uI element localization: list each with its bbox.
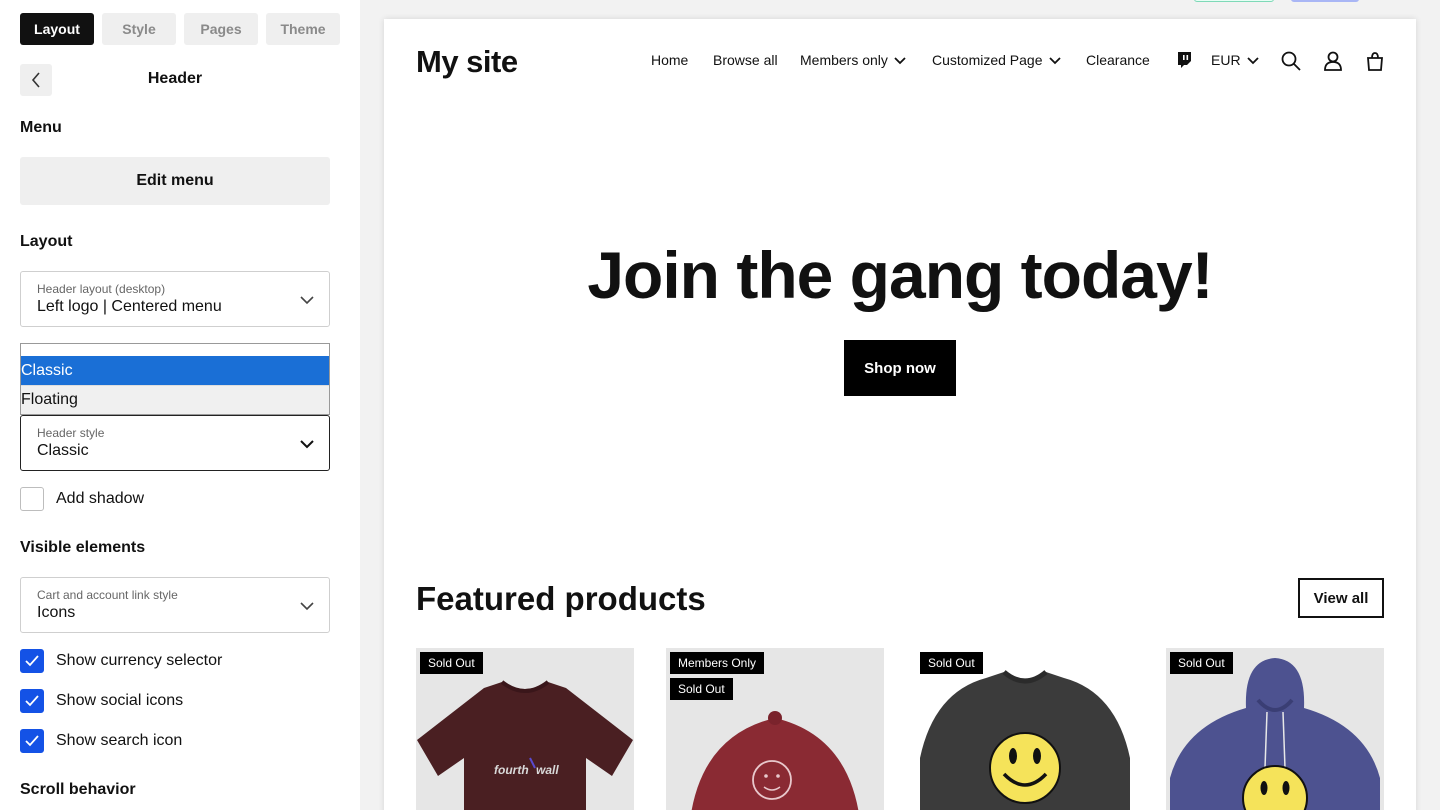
- nav-home[interactable]: Home: [651, 52, 688, 68]
- search-icon[interactable]: [1280, 50, 1302, 72]
- toolbar-pill[interactable]: [1194, 0, 1274, 2]
- tab-style[interactable]: Style: [102, 13, 176, 45]
- members-only-badge: Members Only: [670, 652, 765, 674]
- account-icon[interactable]: [1322, 50, 1344, 72]
- option-floating[interactable]: Floating: [21, 385, 329, 414]
- nav-clearance-label: Clearance: [1086, 52, 1150, 68]
- checkbox-box[interactable]: [20, 487, 44, 511]
- sold-out-badge: Sold Out: [920, 652, 983, 674]
- featured-products-title: Featured products: [416, 580, 706, 617]
- back-button[interactable]: [20, 64, 52, 96]
- show-social-checkbox[interactable]: Show social icons: [20, 689, 183, 713]
- nav-browse-all[interactable]: Browse all: [713, 52, 778, 68]
- show-search-label: Show search icon: [56, 732, 183, 749]
- chevron-down-icon: [1048, 56, 1061, 64]
- nav-members-only[interactable]: Members only: [800, 52, 906, 68]
- edit-menu-button[interactable]: Edit menu: [20, 157, 330, 205]
- visible-elements-title: Visible elements: [20, 539, 146, 556]
- hero-title: Join the gang today!: [587, 238, 1213, 312]
- panel-title: Header: [147, 70, 203, 87]
- editor-panel: Layout Style Pages Theme Header Menu Edi…: [0, 0, 360, 810]
- editor-tabs: Layout Style Pages Theme: [20, 13, 340, 45]
- twitch-icon[interactable]: [1170, 51, 1192, 69]
- panel-header: Header: [20, 64, 330, 96]
- check-icon[interactable]: [20, 689, 44, 713]
- product-card[interactable]: Sold Out: [1166, 648, 1384, 810]
- add-shadow-label: Add shadow: [56, 490, 145, 507]
- header-style-dropdown-list: Classic Floating: [20, 343, 330, 415]
- nav-members-only-label: Members only: [800, 52, 888, 68]
- menu-section-title: Menu: [20, 119, 62, 136]
- product-card[interactable]: Sold Out: [916, 648, 1134, 810]
- option-classic[interactable]: Classic: [21, 356, 329, 385]
- chevron-down-icon: [894, 56, 906, 64]
- nav-customized-page-label: Customized Page: [932, 52, 1043, 68]
- cart-link-style-label: Cart and account link style: [37, 588, 178, 602]
- sold-out-badge: Sold Out: [1170, 652, 1233, 674]
- cart-link-style-value: Icons: [37, 604, 76, 621]
- header-style-label: Header style: [37, 426, 105, 440]
- toolbar-pill[interactable]: [1291, 0, 1359, 2]
- shop-now-button[interactable]: Shop now: [844, 340, 956, 396]
- currency-label: EUR: [1211, 52, 1241, 68]
- nav-home-label: Home: [651, 52, 689, 68]
- check-icon[interactable]: [20, 649, 44, 673]
- tab-layout[interactable]: Layout: [20, 13, 94, 45]
- header-layout-value: Left logo | Centered menu: [37, 298, 222, 315]
- site-preview: My site Home Browse all Members only Cus…: [384, 19, 1416, 810]
- nav-browse-all-label: Browse all: [713, 52, 778, 68]
- layout-section-title: Layout: [20, 233, 73, 250]
- sold-out-badge: Sold Out: [670, 678, 733, 700]
- add-shadow-checkbox[interactable]: Add shadow: [20, 487, 144, 511]
- nav-customized-page[interactable]: Customized Page: [932, 52, 1061, 68]
- show-search-checkbox[interactable]: Show search icon: [20, 729, 182, 753]
- site-logo[interactable]: My site: [416, 44, 518, 80]
- product-card[interactable]: fourth wall Sold Out: [416, 648, 634, 810]
- chevron-down-icon: [300, 296, 314, 305]
- header-style-value: Classic: [37, 442, 89, 459]
- svg-text:fourth: fourth: [494, 763, 529, 777]
- header-layout-select[interactable]: Header layout (desktop) Left logo | Cent…: [20, 271, 330, 327]
- tab-pages[interactable]: Pages: [184, 13, 258, 45]
- header-style-select[interactable]: Header style Classic: [20, 415, 330, 471]
- chevron-left-icon: [31, 72, 40, 88]
- tab-theme[interactable]: Theme: [266, 13, 340, 45]
- cart-link-style-select[interactable]: Cart and account link style Icons: [20, 577, 330, 633]
- show-currency-label: Show currency selector: [56, 652, 223, 669]
- chevron-down-icon: [1246, 56, 1259, 64]
- scroll-behavior-title: Scroll behavior: [20, 781, 136, 798]
- chevron-down-icon: [300, 440, 314, 449]
- header-layout-label: Header layout (desktop): [37, 282, 166, 296]
- check-icon[interactable]: [20, 729, 44, 753]
- show-currency-checkbox[interactable]: Show currency selector: [20, 649, 222, 673]
- nav-clearance[interactable]: Clearance: [1086, 52, 1150, 68]
- product-card[interactable]: Members Only Sold Out: [666, 648, 884, 810]
- chevron-down-icon: [300, 602, 314, 611]
- cart-icon[interactable]: [1364, 50, 1386, 72]
- sold-out-badge: Sold Out: [420, 652, 483, 674]
- currency-selector[interactable]: EUR: [1211, 52, 1259, 68]
- svg-text:wall: wall: [536, 763, 559, 777]
- view-all-button[interactable]: View all: [1298, 578, 1384, 618]
- show-social-label: Show social icons: [56, 692, 184, 709]
